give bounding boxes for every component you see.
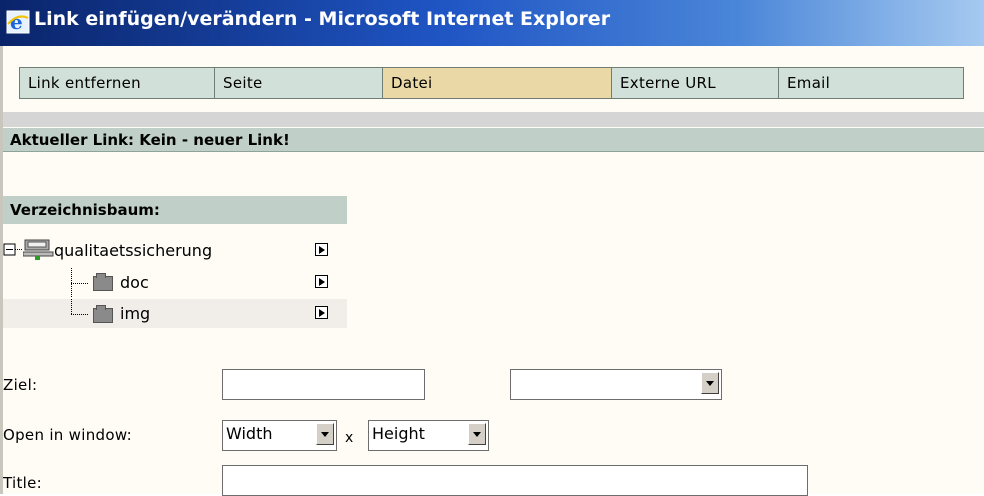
tree-row-root[interactable]: qualitaetssicherung — [3, 236, 347, 265]
tab-email[interactable]: Email — [778, 67, 964, 99]
tree-line-img — [71, 299, 89, 315]
folder-icon — [93, 273, 113, 291]
tab-datei[interactable]: Datei — [382, 67, 611, 99]
height-select-value: Height — [372, 424, 425, 443]
tab-bar: Link entfernen Seite Datei Externe URL E… — [19, 67, 964, 99]
tree-line-doc — [71, 268, 89, 297]
tree-row-doc[interactable]: doc — [3, 268, 347, 297]
title-bar[interactable]: e Link einfügen/verändern - Microsoft In… — [0, 0, 984, 46]
folder-icon — [93, 305, 113, 323]
select-arrow-icon[interactable] — [315, 243, 328, 256]
tree-item-doc: doc — [120, 273, 149, 292]
internet-explorer-icon: e — [6, 10, 30, 34]
times-sign: x — [345, 430, 354, 446]
target-select[interactable] — [510, 369, 722, 400]
select-arrow-icon[interactable] — [315, 275, 328, 288]
tab-seite[interactable]: Seite — [214, 67, 382, 99]
divider-strip — [3, 112, 984, 127]
current-link-bar: Aktueller Link: Kein - neuer Link! — [3, 128, 984, 152]
open-in-window-label: Open in window: — [3, 426, 132, 444]
tab-link-entfernen[interactable]: Link entfernen — [19, 67, 214, 99]
tree-row-img[interactable]: img — [3, 299, 347, 328]
window-title: Link einfügen/verändern - Microsoft Inte… — [34, 8, 611, 30]
height-select[interactable]: Height — [368, 420, 489, 451]
server-icon — [23, 239, 54, 260]
target-input[interactable] — [222, 369, 425, 400]
target-label: Ziel: — [3, 376, 38, 394]
dropdown-arrow-icon[interactable] — [468, 423, 486, 445]
tree-heading: Verzeichnisbaum: — [3, 196, 347, 224]
dropdown-arrow-icon[interactable] — [316, 423, 334, 445]
tree-item-img: img — [120, 304, 151, 323]
width-select-value: Width — [226, 424, 273, 443]
tree-connector-doc — [3, 268, 63, 297]
width-select[interactable]: Width — [222, 420, 337, 451]
dropdown-arrow-icon[interactable] — [701, 372, 719, 394]
tree-root-label: qualitaetssicherung — [54, 241, 213, 260]
tab-externe-url[interactable]: Externe URL — [611, 67, 778, 99]
title-input[interactable] — [222, 465, 808, 496]
select-arrow-icon[interactable] — [315, 306, 328, 319]
svg-text:e: e — [10, 10, 23, 34]
title-label: Title: — [3, 474, 42, 492]
